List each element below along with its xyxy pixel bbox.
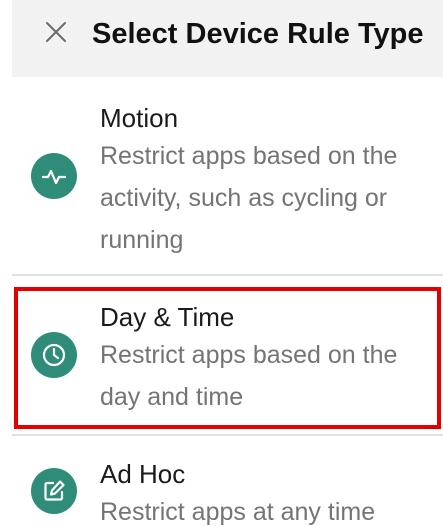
edit-icon [31, 468, 77, 514]
device-rule-type-dialog: Select Device Rule Type Motion Restrict … [0, 0, 443, 526]
option-description: Restrict apps based on the activity, suc… [100, 142, 398, 254]
close-button[interactable] [38, 14, 74, 50]
divider [12, 434, 443, 436]
activity-pulse-icon [31, 153, 77, 199]
divider [12, 274, 443, 276]
option-day-time[interactable]: Day & Time Restrict apps based on the da… [0, 301, 443, 425]
option-description: Restrict apps at any time [100, 498, 376, 526]
option-title: Day & Time [100, 302, 235, 332]
option-title: Ad Hoc [100, 459, 186, 489]
dialog-title: Select Device Rule Type [92, 18, 424, 50]
option-motion[interactable]: Motion Restrict apps based on the activi… [0, 100, 443, 276]
dialog-header: Select Device Rule Type [12, 0, 443, 77]
option-description: Restrict apps based on the day and time [100, 341, 398, 411]
close-icon [46, 22, 66, 42]
option-ad-hoc[interactable]: Ad Hoc Restrict apps at any time [0, 458, 443, 526]
clock-icon [31, 332, 77, 378]
option-title: Motion [100, 103, 179, 133]
